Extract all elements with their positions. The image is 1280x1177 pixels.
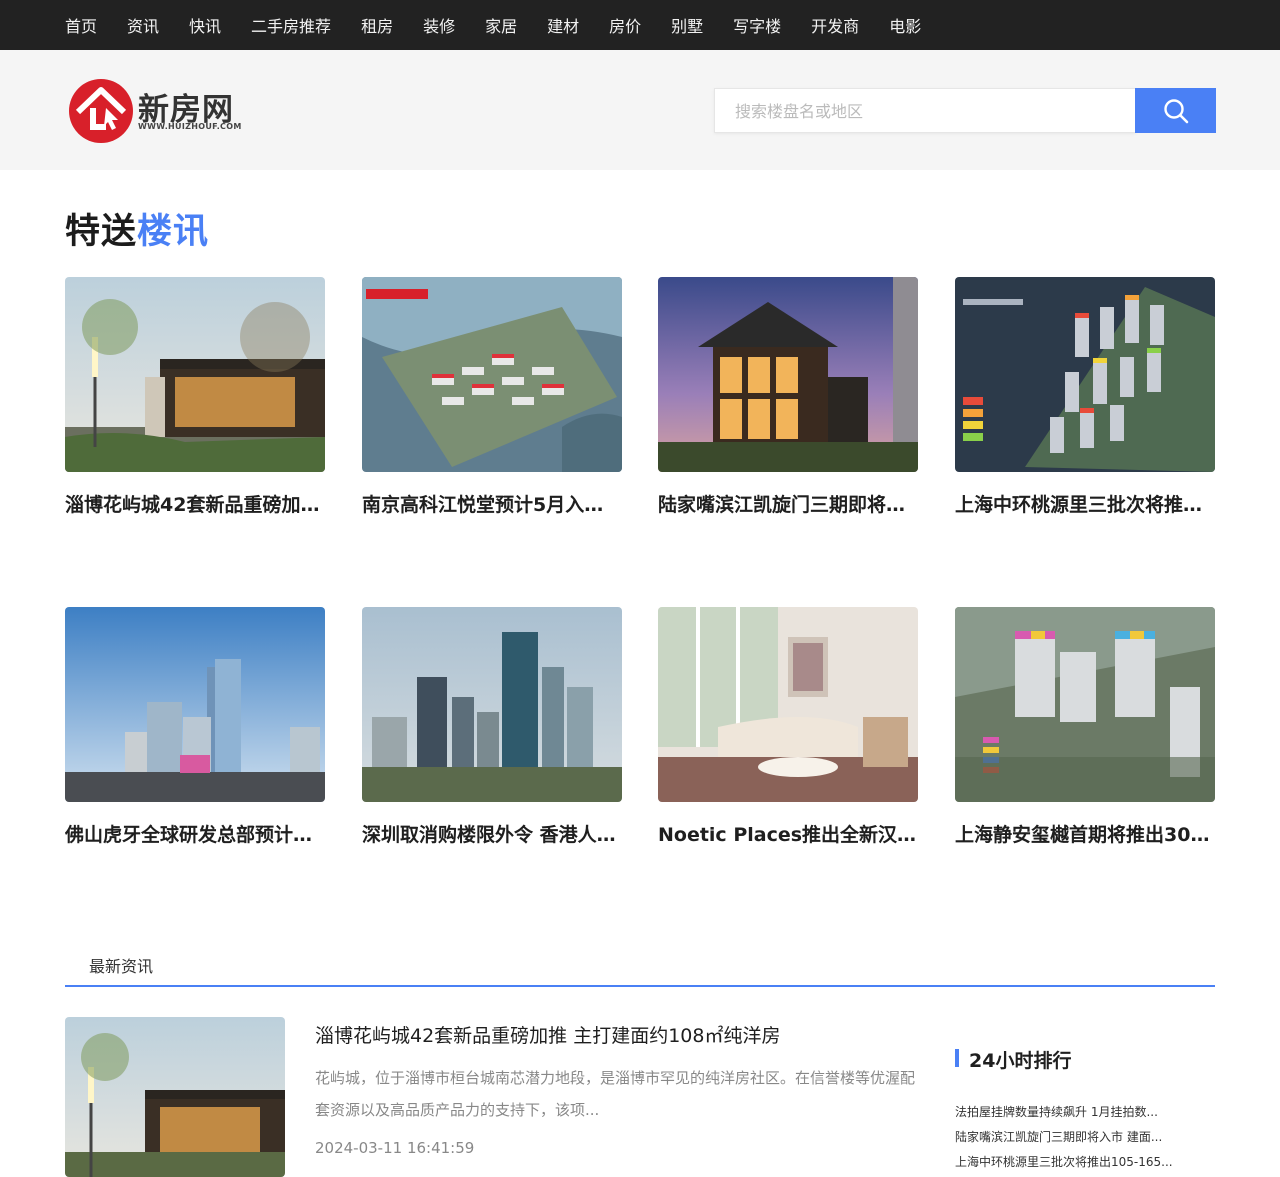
news-image[interactable] bbox=[65, 1017, 285, 1177]
search-icon bbox=[1163, 98, 1188, 123]
featured-card[interactable]: 上海中环桃源里三批次将推出105-165 bbox=[955, 277, 1215, 517]
card-image bbox=[955, 607, 1215, 802]
nav-item-news[interactable]: 资讯 bbox=[127, 13, 159, 37]
tab-latest-news[interactable]: 最新资讯 bbox=[89, 953, 153, 977]
ranking-item[interactable]: 上海中环桃源里三批次将推出105-165... bbox=[955, 1150, 1215, 1175]
ranking-item[interactable]: 法拍屋挂牌数量持续飙升 1月挂拍数... bbox=[955, 1100, 1215, 1125]
card-title: 淄博花屿城42套新品重磅加推 主打建面约108㎡纯洋房 bbox=[65, 494, 325, 516]
featured-card[interactable]: 上海静安玺樾首期将推出307套房源 bbox=[955, 607, 1215, 847]
news-title[interactable]: 淄博花屿城42套新品重磅加推 主打建面约108㎡纯洋房 bbox=[315, 1021, 780, 1048]
news-timestamp: 2024-03-11 16:41:59 bbox=[315, 1139, 475, 1157]
featured-card[interactable]: 佛山虎牙全球研发总部预计开工建设 bbox=[65, 607, 325, 847]
nav-list: 首页 资讯 快讯 二手房推荐 租房 装修 家居 建材 房价 别墅 写字楼 开发商… bbox=[65, 0, 951, 50]
card-image bbox=[362, 277, 622, 472]
logo-domain: WWW.HUIZHOUF.COM bbox=[138, 122, 242, 131]
featured-card[interactable]: 南京高科江悦堂预计5月入市 建面约 bbox=[362, 277, 622, 517]
nav-item-developer[interactable]: 开发商 bbox=[811, 13, 859, 37]
search-input[interactable]: 搜索楼盘名或地区 bbox=[714, 88, 1136, 133]
card-image bbox=[955, 277, 1215, 472]
card-title: 陆家嘴滨江凯旋门三期即将入市 建面 bbox=[658, 494, 918, 516]
featured-card[interactable]: Noetic Places推出全新汉普顿风格样板间 bbox=[658, 607, 918, 847]
card-image bbox=[658, 277, 918, 472]
featured-section-title: 特送楼讯 bbox=[65, 203, 209, 254]
card-title: 上海静安玺樾首期将推出307套房源 bbox=[955, 824, 1215, 846]
nav-item-office[interactable]: 写字楼 bbox=[733, 13, 781, 37]
featured-card[interactable]: 淄博花屿城42套新品重磅加推 主打建面约108㎡纯洋房 bbox=[65, 277, 325, 517]
featured-title-part1: 特送 bbox=[65, 212, 138, 252]
nav-item-villa[interactable]: 别墅 bbox=[671, 13, 703, 37]
nav-item-materials[interactable]: 建材 bbox=[547, 13, 579, 37]
search-box: 搜索楼盘名或地区 bbox=[714, 88, 1216, 133]
site-header: 新房网 WWW.HUIZHOUF.COM 搜索楼盘名或地区 bbox=[0, 50, 1280, 170]
nav-item-price[interactable]: 房价 bbox=[609, 13, 641, 37]
card-image bbox=[65, 277, 325, 472]
news-description: 花屿城，位于淄博市桓台城南芯潜力地段，是淄博市罕见的纯洋房社区。在信誉楼等优渥配… bbox=[315, 1069, 916, 1119]
ranking-item[interactable]: 陆家嘴滨江凯旋门三期即将入市 建面... bbox=[955, 1125, 1215, 1150]
nav-item-decoration[interactable]: 装修 bbox=[423, 13, 455, 37]
card-title: 佛山虎牙全球研发总部预计开工建设 bbox=[65, 824, 325, 846]
featured-title-part2: 楼讯 bbox=[137, 212, 210, 252]
nav-item-home-furnishing[interactable]: 家居 bbox=[485, 13, 517, 37]
nav-item-movie[interactable]: 电影 bbox=[889, 13, 921, 37]
card-image bbox=[658, 607, 918, 802]
top-nav: 首页 资讯 快讯 二手房推荐 租房 装修 家居 建材 房价 别墅 写字楼 开发商… bbox=[0, 0, 1280, 50]
card-title: 深圳取消购楼限外令 香港人北上买房 bbox=[362, 824, 622, 846]
nav-item-flash[interactable]: 快讯 bbox=[189, 13, 221, 37]
latest-tabbar: 最新资讯 bbox=[65, 940, 1215, 987]
ranking-list: 法拍屋挂牌数量持续飙升 1月挂拍数... 陆家嘴滨江凯旋门三期即将入市 建面..… bbox=[955, 1100, 1215, 1175]
site-logo[interactable]: 新房网 WWW.HUIZHOUF.COM bbox=[68, 78, 241, 144]
ranking-accent-bar bbox=[955, 1049, 959, 1067]
featured-card[interactable]: 陆家嘴滨江凯旋门三期即将入市 建面 bbox=[658, 277, 918, 517]
ranking-title: 24小时排行 bbox=[969, 1050, 1072, 1072]
card-title: 南京高科江悦堂预计5月入市 建面约 bbox=[362, 494, 622, 516]
card-image bbox=[65, 607, 325, 802]
card-title: 上海中环桃源里三批次将推出105-165 bbox=[955, 494, 1215, 516]
nav-item-home[interactable]: 首页 bbox=[65, 13, 97, 37]
nav-item-secondhand[interactable]: 二手房推荐 bbox=[251, 13, 331, 37]
nav-item-rent[interactable]: 租房 bbox=[361, 13, 393, 37]
featured-card[interactable]: 深圳取消购楼限外令 香港人北上买房 bbox=[362, 607, 622, 847]
card-title: Noetic Places推出全新汉普顿风格样板间 bbox=[658, 824, 918, 846]
card-image bbox=[362, 607, 622, 802]
search-button[interactable] bbox=[1135, 88, 1216, 133]
house-logo-icon bbox=[69, 79, 133, 143]
